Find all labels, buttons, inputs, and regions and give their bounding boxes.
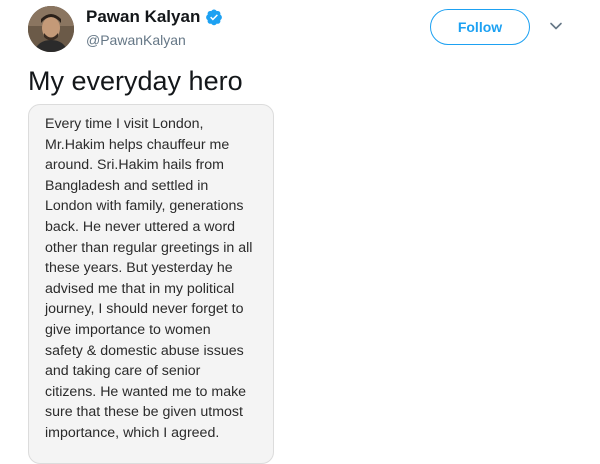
note-line: sure that these be given utmost (45, 404, 243, 421)
avatar[interactable] (28, 6, 74, 52)
note-line: other than regular greetings in all (45, 239, 253, 256)
note-line: advised me that in my political (45, 280, 235, 297)
note-line: back. He never uttered a word (45, 218, 236, 235)
display-name-text[interactable]: Pawan Kalyan (86, 6, 200, 28)
note-line: journey, I should never forget to (45, 301, 244, 318)
note-line: these years. But yesterday he (45, 260, 233, 277)
verified-badge-icon (205, 8, 223, 26)
user-handle[interactable]: @PawanKalyan (86, 31, 186, 49)
note-line: around. Sri.Hakim hails from (45, 157, 224, 174)
note-line: London with family, generations (45, 198, 244, 215)
display-name[interactable]: Pawan Kalyan (86, 6, 223, 28)
attached-note-image[interactable]: Every time I visit London, Mr.Hakim helps… (28, 104, 274, 464)
follow-button[interactable]: Follow (430, 9, 530, 45)
note-line: and taking care of senior (45, 363, 201, 380)
note-line: Bangladesh and settled in (45, 177, 209, 194)
note-line: give importance to women (45, 321, 211, 338)
note-line: importance, which I agreed. (45, 424, 220, 441)
note-line: Mr.Hakim helps chauffeur me (45, 136, 230, 153)
note-line: citizens. He wanted me to make (45, 383, 247, 400)
note-text-block: Every time I visit London, Mr.Hakim helps… (45, 114, 263, 444)
note-line: Every time I visit London, (45, 116, 204, 132)
note-line: safety & domestic abuse issues (45, 342, 244, 359)
tweet-text: My everyday hero (28, 66, 243, 96)
chevron-down-icon[interactable] (548, 18, 564, 34)
